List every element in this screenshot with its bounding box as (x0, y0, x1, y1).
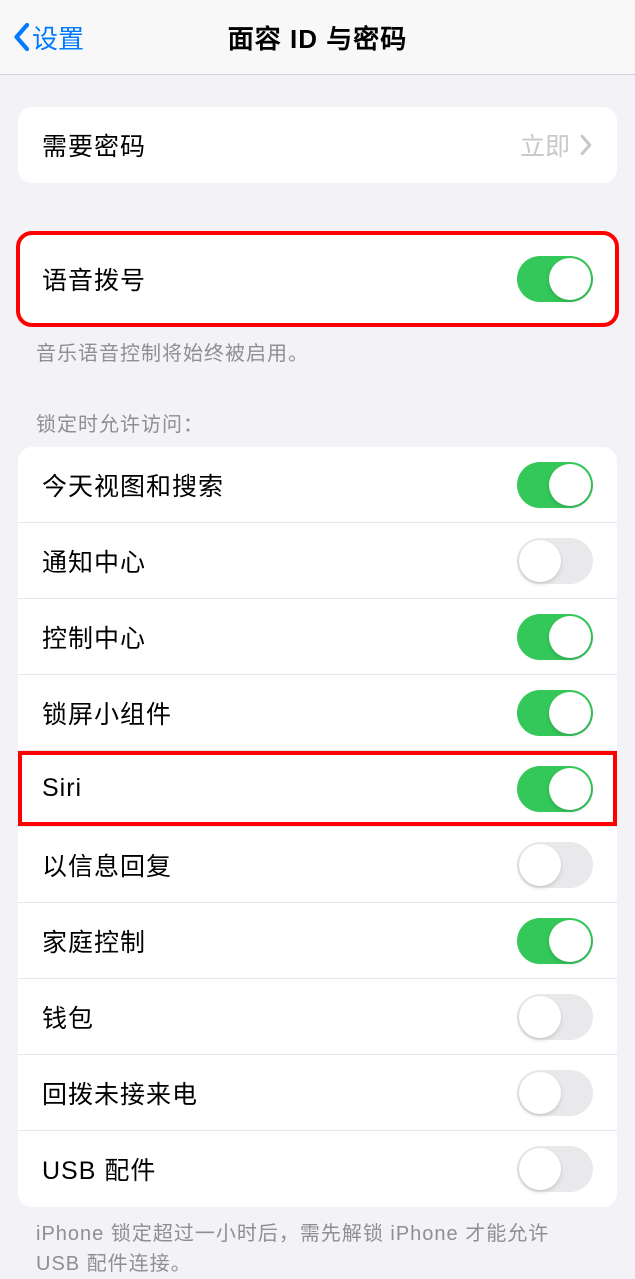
row-lock-access-item: Siri (18, 751, 617, 827)
lock-access-item-label: 以信息回复 (42, 847, 172, 883)
lock-access-item-label: 钱包 (42, 999, 94, 1035)
row-lock-access-item: USB 配件 (18, 1131, 617, 1207)
toggle-knob (549, 258, 591, 300)
lock-access-item-toggle[interactable] (517, 1070, 593, 1116)
lock-access-item-toggle[interactable] (517, 1146, 593, 1192)
lock-access-item-toggle[interactable] (517, 462, 593, 508)
lock-access-item-label: Siri (42, 774, 82, 803)
require-passcode-label: 需要密码 (42, 127, 146, 163)
lock-access-footer: iPhone 锁定超过一小时后，需先解锁 iPhone 才能允许 USB 配件连… (0, 1207, 635, 1279)
toggle-knob (519, 1148, 561, 1190)
row-lock-access-item: 钱包 (18, 979, 617, 1055)
row-lock-access-item: 以信息回复 (18, 827, 617, 903)
row-lock-access-item: 回拨未接来电 (18, 1055, 617, 1131)
toggle-knob (519, 996, 561, 1038)
row-lock-access-item: 通知中心 (18, 523, 617, 599)
back-label: 设置 (32, 19, 84, 56)
lock-access-header: 锁定时允许访问： (0, 408, 635, 447)
toggle-knob (549, 464, 591, 506)
lock-access-item-label: 通知中心 (42, 543, 146, 579)
group-lock-access: 今天视图和搜索通知中心控制中心锁屏小组件 Siri 以信息回复家庭控制钱包回拨未接来… (18, 447, 617, 1207)
chevron-left-icon (12, 22, 30, 52)
lock-access-item-label: 锁屏小组件 (42, 695, 172, 731)
lock-access-item-label: 回拨未接来电 (42, 1075, 198, 1111)
toggle-knob (519, 1072, 561, 1114)
lock-access-item-toggle[interactable] (517, 994, 593, 1040)
voice-dial-toggle[interactable] (517, 256, 593, 302)
lock-access-item-toggle[interactable] (517, 690, 593, 736)
toggle-knob (549, 616, 591, 658)
navbar: 设置 面容 ID 与密码 (0, 0, 635, 75)
lock-access-item-toggle[interactable] (517, 538, 593, 584)
lock-access-item-toggle[interactable] (517, 842, 593, 888)
row-value-wrap: 立即 (520, 127, 593, 163)
voice-dial-label: 语音拨号 (42, 261, 146, 297)
lock-access-item-toggle[interactable] (517, 614, 593, 660)
voice-dial-footer: 音乐语音控制将始终被启用。 (0, 325, 635, 366)
group-require-passcode: 需要密码 立即 (18, 107, 617, 183)
toggle-knob (519, 540, 561, 582)
lock-access-item-label: USB 配件 (42, 1151, 156, 1187)
lock-access-item-toggle[interactable] (517, 918, 593, 964)
chevron-right-icon (580, 134, 593, 156)
content: 需要密码 立即 语音拨号 音乐语音控制将始终被启用。 锁定时允许访问： 今天视图… (0, 107, 635, 1279)
row-lock-access-item: 家庭控制 (18, 903, 617, 979)
toggle-knob (519, 844, 561, 886)
back-button[interactable]: 设置 (0, 19, 84, 56)
toggle-knob (549, 768, 591, 810)
row-lock-access-item: 控制中心 (18, 599, 617, 675)
require-passcode-value: 立即 (520, 127, 570, 163)
lock-access-item-label: 今天视图和搜索 (42, 467, 224, 503)
group-voice-dial: 语音拨号 (18, 233, 617, 325)
lock-access-item-label: 控制中心 (42, 619, 146, 655)
lock-access-item-toggle[interactable] (517, 766, 593, 812)
toggle-knob (549, 692, 591, 734)
row-lock-access-item: 今天视图和搜索 (18, 447, 617, 523)
page-title: 面容 ID 与密码 (228, 19, 407, 56)
toggle-knob (549, 920, 591, 962)
row-require-passcode[interactable]: 需要密码 立即 (18, 107, 617, 183)
row-lock-access-item: 锁屏小组件 (18, 675, 617, 751)
row-voice-dial: 语音拨号 (18, 233, 617, 325)
lock-access-item-label: 家庭控制 (42, 923, 146, 959)
